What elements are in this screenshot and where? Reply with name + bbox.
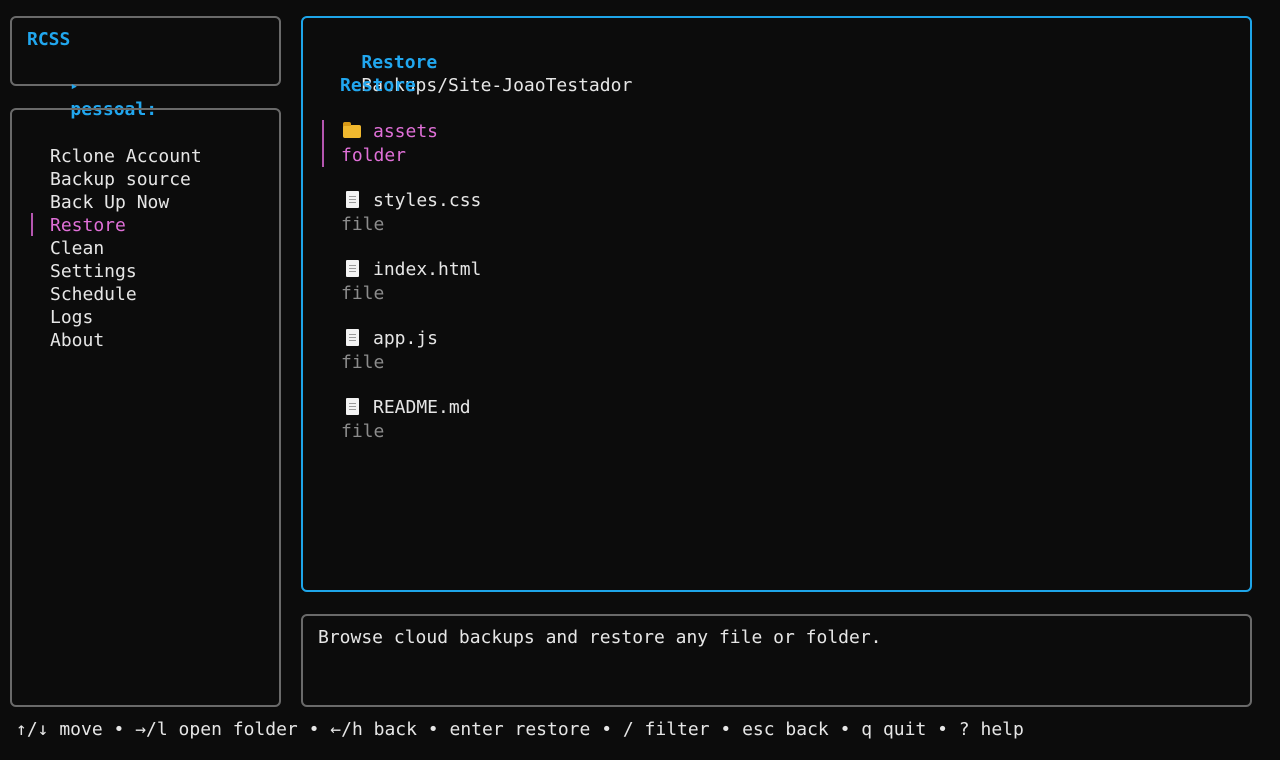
menu-item-backup-source[interactable]: Backup source <box>50 168 191 191</box>
selection-indicator <box>31 213 33 236</box>
list-item-styles-css[interactable]: styles.css file <box>341 189 481 236</box>
list-item-readme-md[interactable]: README.md file <box>341 396 471 443</box>
entry-name: app.js <box>373 328 439 349</box>
caret-right-icon: ▸ <box>70 79 79 94</box>
menu-item-logs[interactable]: Logs <box>50 306 93 329</box>
header-panel: RCSS ▸ pessoal: <box>10 16 281 120</box>
menu-item-schedule[interactable]: Schedule <box>50 283 137 306</box>
panel-title-label: Restore <box>361 52 438 73</box>
entry-name: assets <box>373 121 439 142</box>
entry-selection-indicator <box>322 120 324 167</box>
entry-type: file <box>341 214 385 235</box>
sidebar-menu: Rclone Account Backup source Back Up Now… <box>10 108 281 707</box>
file-icon <box>341 328 363 351</box>
menu-item-about[interactable]: About <box>50 329 104 352</box>
entry-type: folder <box>341 145 407 166</box>
entry-type: file <box>341 352 385 373</box>
list-item-assets[interactable]: assets folder <box>341 120 438 167</box>
restore-panel: Restore Backups/Site-JoaoTestador Restor… <box>301 16 1252 592</box>
app-name: RCSS <box>27 29 71 50</box>
menu-item-restore[interactable]: Restore <box>50 214 126 237</box>
file-icon <box>341 259 363 282</box>
menu-item-settings[interactable]: Settings <box>50 260 137 283</box>
entry-type: file <box>341 283 385 304</box>
entry-type: file <box>341 421 385 442</box>
menu-item-back-up-now[interactable]: Back Up Now <box>50 191 169 214</box>
entry-name: index.html <box>373 259 482 280</box>
list-item-index-html[interactable]: index.html file <box>341 258 481 305</box>
entry-name: styles.css <box>373 190 482 211</box>
description-panel: Browse cloud backups and restore any fil… <box>301 614 1252 707</box>
folder-icon <box>341 121 363 144</box>
menu-item-clean[interactable]: Clean <box>50 237 104 260</box>
description-text: Browse cloud backups and restore any fil… <box>318 627 882 648</box>
file-icon <box>341 397 363 420</box>
file-icon <box>341 190 363 213</box>
key-hints-bar: ↑/↓ move • →/l open folder • ←/h back • … <box>16 719 1024 740</box>
section-title: Restore <box>340 75 416 96</box>
entry-name: README.md <box>373 397 471 418</box>
list-item-app-js[interactable]: app.js file <box>341 327 438 374</box>
menu-item-rclone-account[interactable]: Rclone Account <box>50 145 202 168</box>
